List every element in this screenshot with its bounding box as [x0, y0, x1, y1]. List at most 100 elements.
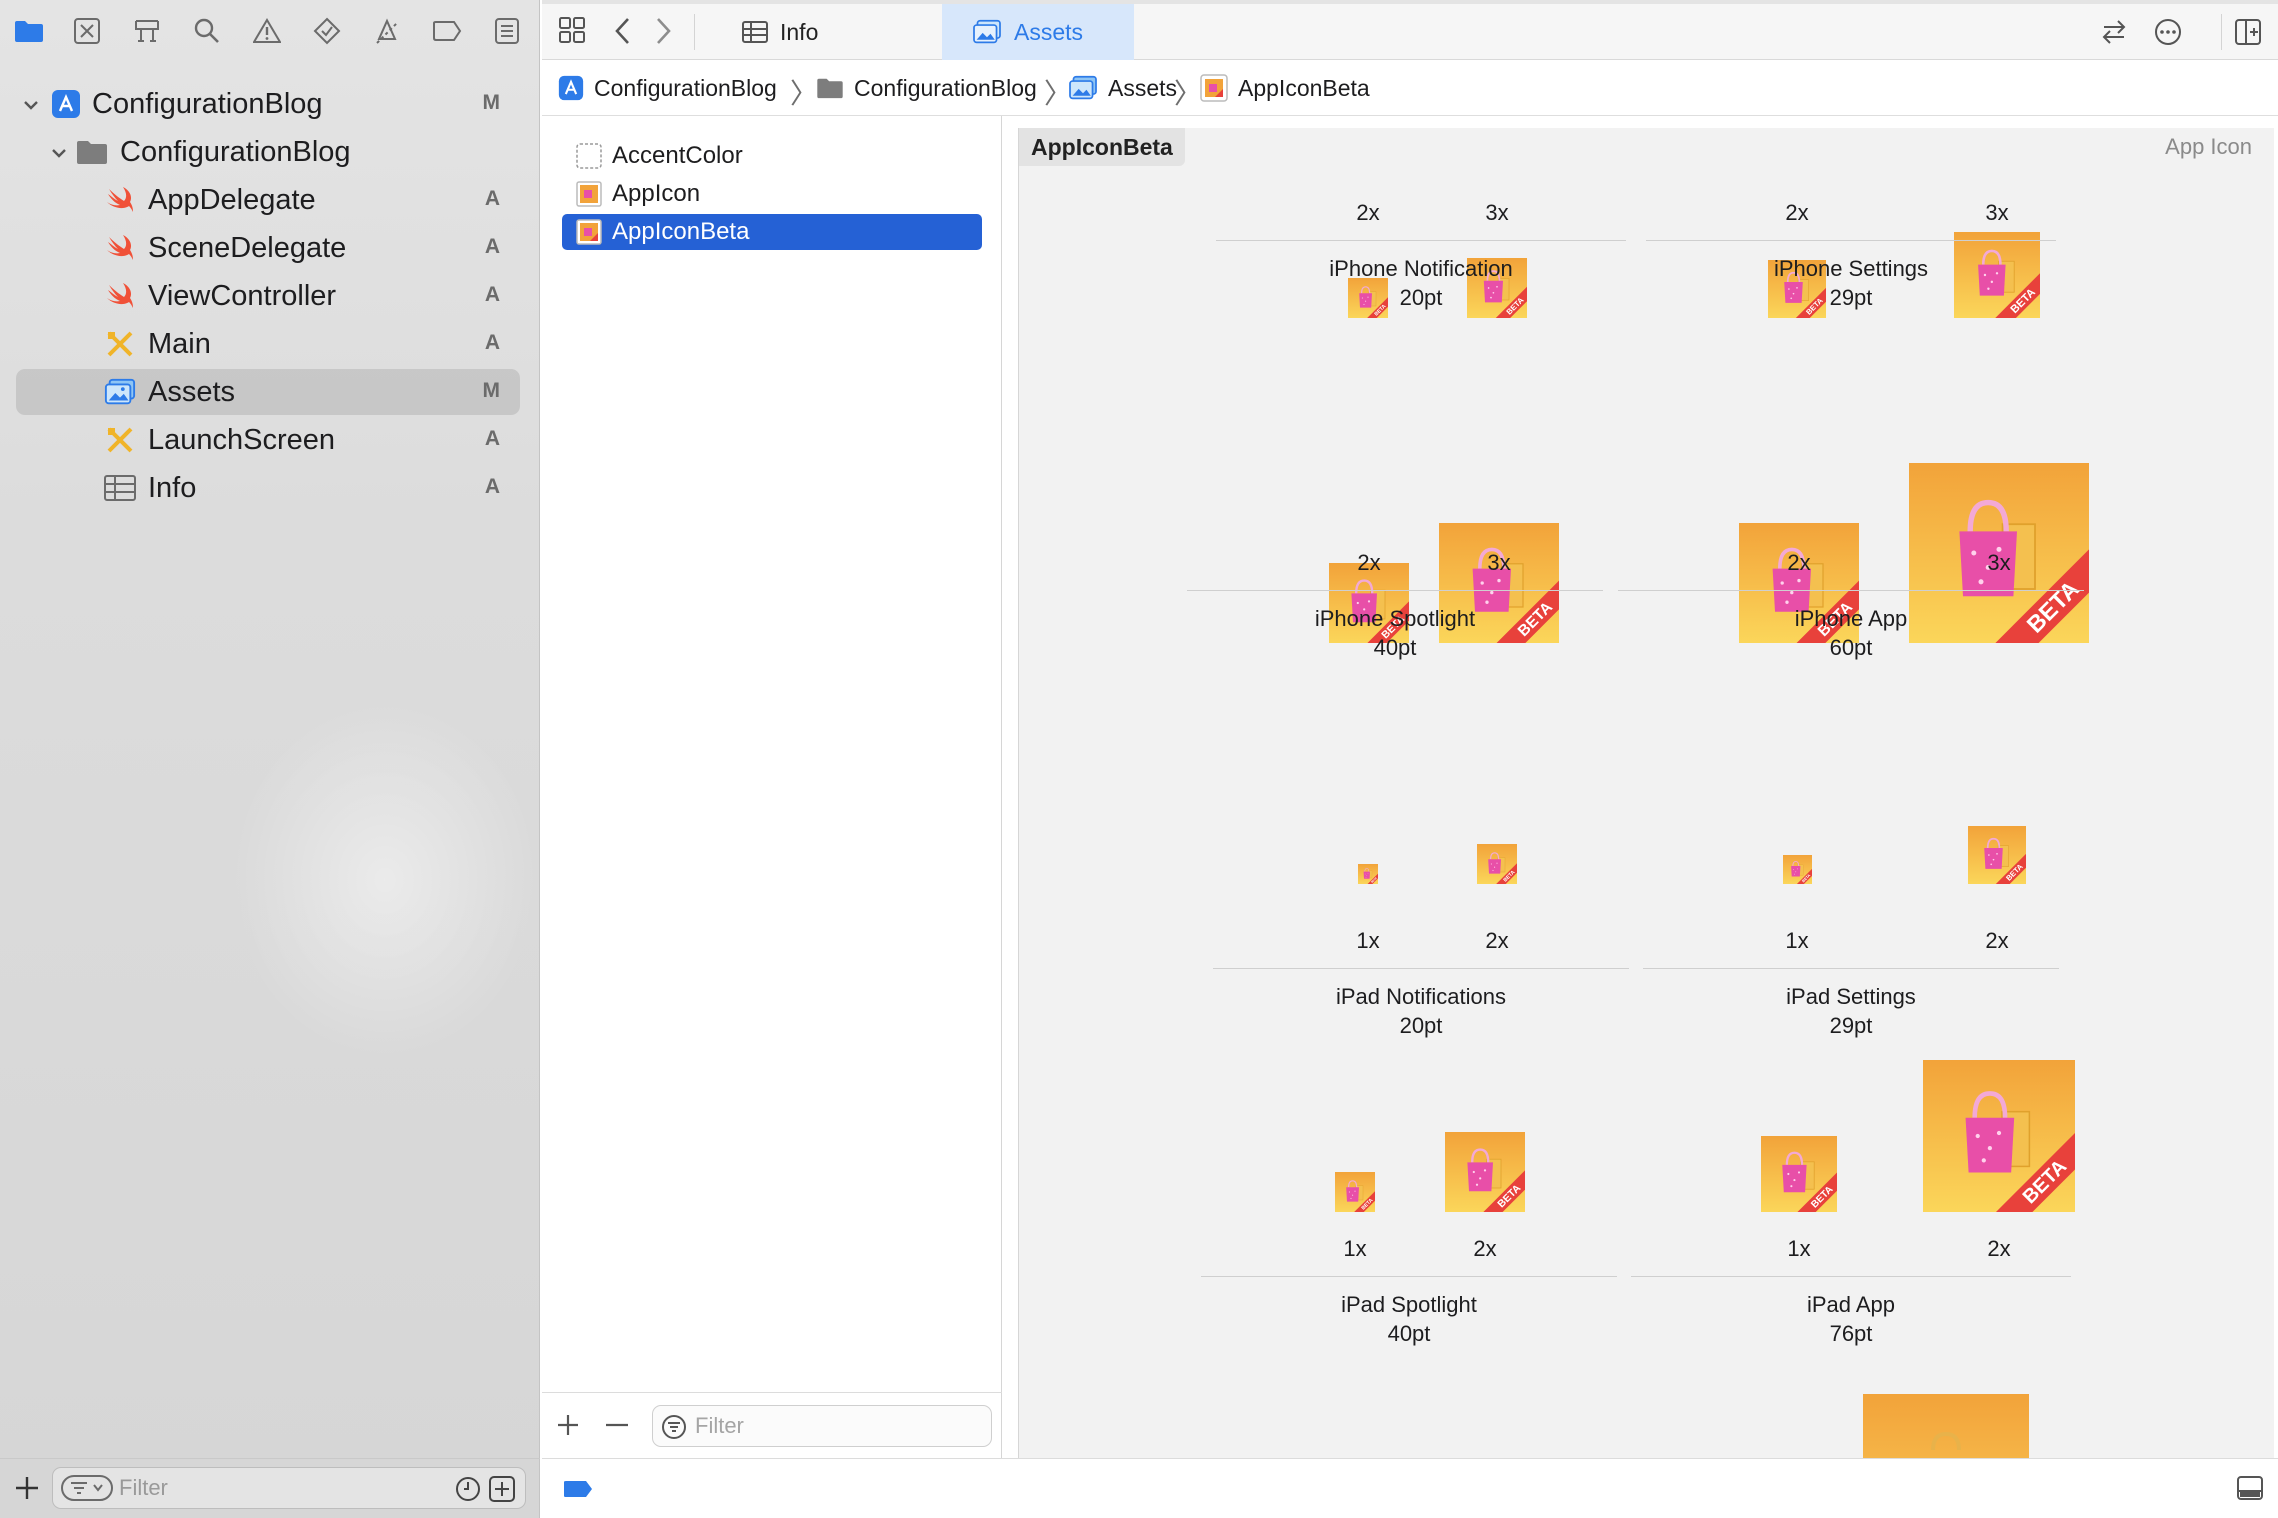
icon-slot[interactable]: BETA — [1761, 1136, 1837, 1212]
recent-files-icon[interactable] — [455, 1476, 481, 1502]
swift-file-icon — [104, 185, 136, 215]
icon-slot[interactable]: BETA — [1358, 864, 1378, 884]
tree-row-appdelegate[interactable]: AppDelegate A — [16, 177, 520, 223]
icon-group-size: 40pt — [1387, 1321, 1431, 1346]
icon-group-name: iPhone App — [1794, 606, 1908, 631]
tree-row-assets[interactable]: Assets M — [16, 369, 520, 415]
chevron-down-icon[interactable] — [48, 142, 70, 164]
scm-status-badge: A — [484, 427, 500, 450]
tree-row-label: ConfigurationBlog — [120, 136, 351, 168]
filter-placeholder: Filter — [695, 1413, 744, 1438]
symbol-icon[interactable] — [130, 14, 164, 48]
find-icon[interactable] — [190, 14, 224, 48]
folder-icon — [76, 137, 108, 167]
icon-group-name: iPhone Settings — [1773, 256, 1929, 281]
tree-row-group[interactable]: ConfigurationBlog — [16, 129, 520, 175]
scm-filter-icon[interactable] — [489, 1476, 515, 1502]
tree-row-main[interactable]: Main A — [16, 321, 520, 367]
breadcrumb-item[interactable]: AppIconBeta — [1200, 72, 1370, 104]
scm-status-badge: A — [484, 283, 500, 306]
source-control-icon[interactable] — [70, 14, 104, 48]
color-set-icon — [576, 143, 602, 169]
grid-view-icon[interactable] — [558, 16, 586, 44]
icon-group-size: 20pt — [1399, 285, 1443, 310]
report-icon[interactable] — [490, 14, 524, 48]
filter-options-icon[interactable] — [61, 1475, 113, 1501]
tree-row-label: SceneDelegate — [148, 232, 347, 264]
tree-row-scenedelegate[interactable]: SceneDelegate A — [16, 225, 520, 271]
storyboard-icon — [104, 425, 136, 455]
minus-icon[interactable] — [604, 1413, 630, 1437]
breadcrumb-label: AppIconBeta — [1238, 74, 1370, 101]
plus-icon[interactable] — [14, 1475, 40, 1501]
icon-slot[interactable]: BETA — [1782, 855, 1812, 884]
breadcrumb-label: ConfigurationBlog — [594, 74, 777, 101]
forward-arrow-icon[interactable] — [652, 16, 674, 46]
scale-label: 2x — [1785, 200, 1809, 225]
asset-item-appiconbeta[interactable]: AppIconBeta — [562, 214, 982, 250]
breadcrumb-item[interactable]: Assets — [1068, 72, 1177, 104]
breadcrumb-item[interactable]: ConfigurationBlog — [558, 72, 777, 104]
icon-slot[interactable]: BETA — [1477, 844, 1517, 884]
add-editor-icon[interactable] — [2234, 18, 2262, 46]
group-divider — [1631, 1276, 2071, 1277]
tree-row-viewcontroller[interactable]: ViewController A — [16, 273, 520, 319]
tab-divider — [2221, 14, 2222, 50]
icon-group-size: 76pt — [1829, 1321, 1873, 1346]
icon-group-name: iPad Spotlight — [1341, 1292, 1477, 1317]
navigator-filter-field[interactable]: Filter — [52, 1467, 526, 1509]
asset-catalog-icon — [104, 377, 136, 407]
icon-slot-appstore[interactable] — [1863, 1394, 2029, 1458]
icon-group-size: 29pt — [1829, 1013, 1873, 1038]
tab-bar: Info Assets — [542, 0, 2278, 60]
app-icon-image: BETA — [1782, 855, 1812, 884]
back-arrow-icon[interactable] — [612, 16, 634, 46]
issue-icon[interactable] — [250, 14, 284, 48]
scm-status-badge: A — [484, 235, 500, 258]
icon-group-title: iPhone Settings 29pt — [1651, 254, 2051, 312]
toggle-debug-area-icon[interactable] — [2236, 1475, 2264, 1501]
tree-row-project[interactable]: ConfigurationBlog M — [16, 81, 520, 127]
chevron-down-icon[interactable] — [20, 94, 42, 116]
scale-label: 1x — [1356, 928, 1380, 953]
asset-filter-field[interactable]: Filter — [652, 1405, 992, 1447]
scale-label: 1x — [1785, 928, 1809, 953]
plus-icon[interactable] — [556, 1413, 580, 1437]
breadcrumb: ConfigurationBlog 〉 ConfigurationBlog 〉 … — [542, 60, 2278, 116]
tab-info[interactable]: Info — [712, 4, 942, 60]
tab-divider — [694, 14, 695, 50]
scale-label: 1x — [1787, 1236, 1811, 1261]
icon-slot[interactable]: BETA — [1445, 1132, 1525, 1212]
breakpoints-toggle-icon[interactable] — [562, 1479, 594, 1499]
icon-group-name: iPad Settings — [1786, 984, 1916, 1009]
asset-item-accentcolor[interactable]: AccentColor — [562, 138, 982, 174]
icon-set-kind: App Icon — [2165, 134, 2252, 159]
debug-icon[interactable] — [370, 14, 404, 48]
asset-catalog-icon — [1068, 75, 1098, 101]
tree-row-launchscreen[interactable]: LaunchScreen A — [16, 417, 520, 463]
folder-icon[interactable] — [12, 14, 46, 48]
icon-group-size: 29pt — [1829, 285, 1873, 310]
plist-icon — [742, 21, 768, 43]
status-bar — [542, 1458, 2278, 1518]
breadcrumb-item[interactable]: ConfigurationBlog — [816, 72, 1037, 104]
tree-row-info[interactable]: Info A — [16, 465, 520, 511]
asset-item-appicon[interactable]: AppIcon — [562, 176, 982, 212]
breakpoint-icon[interactable] — [430, 14, 464, 48]
scale-label: 3x — [1485, 200, 1509, 225]
asset-catalog-icon — [972, 19, 1002, 45]
icon-group-title: iPad Spotlight 40pt — [1209, 1290, 1609, 1348]
tree-row-label: Assets — [148, 376, 236, 408]
tab-assets[interactable]: Assets — [942, 4, 1134, 60]
related-items-icon[interactable] — [2100, 18, 2128, 46]
icon-slot[interactable]: BETA — [1968, 826, 2026, 884]
tab-label: Assets — [1014, 18, 1084, 45]
group-divider — [1618, 590, 2084, 591]
asset-item-label: AccentColor — [612, 142, 743, 169]
more-options-icon[interactable] — [2154, 18, 2182, 46]
icon-group-name: iPhone Notification — [1329, 256, 1513, 281]
icon-slot[interactable]: BETA — [1923, 1060, 2075, 1212]
scale-label: 2x — [1985, 928, 2009, 953]
test-icon[interactable] — [310, 14, 344, 48]
icon-slot[interactable]: BETA — [1335, 1172, 1375, 1212]
